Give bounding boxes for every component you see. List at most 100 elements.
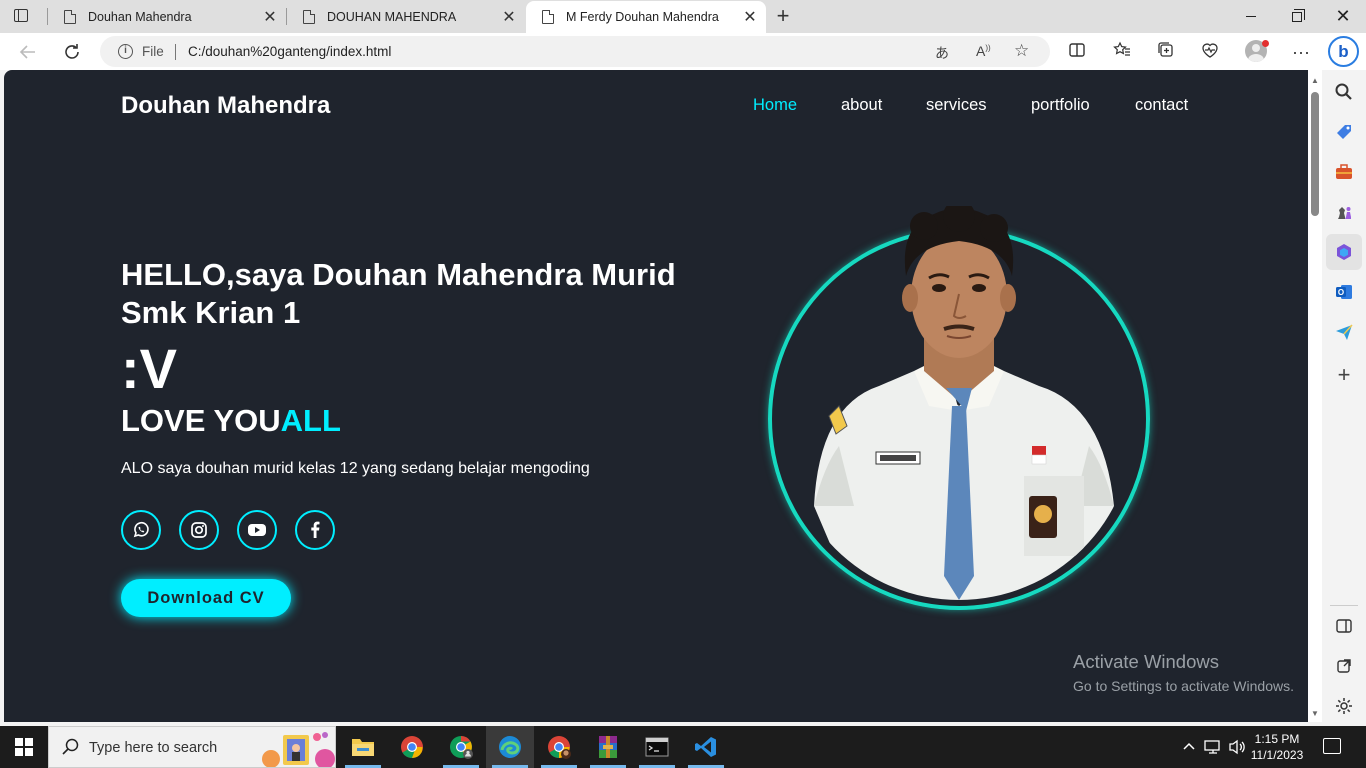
close-tab-icon[interactable]: ✕ — [499, 7, 519, 27]
reload-button[interactable] — [58, 38, 86, 66]
split-screen-icon[interactable] — [1066, 41, 1088, 63]
nav-services[interactable]: services — [926, 96, 987, 115]
favorites-icon[interactable] — [1111, 41, 1133, 63]
tab-douhan-mahendra-caps[interactable]: DOUHAN MAHENDRA ✕ — [287, 0, 525, 33]
scroll-up-icon[interactable]: ▲ — [1311, 76, 1319, 85]
scroll-down-icon[interactable]: ▼ — [1311, 709, 1319, 718]
address-divider — [175, 44, 176, 60]
address-bar[interactable]: i File C:/douhan%20ganteng/index.html あ … — [100, 36, 1050, 67]
favorite-star-icon[interactable]: ☆ — [1014, 41, 1029, 61]
outlook-icon[interactable]: O — [1334, 282, 1354, 302]
start-button[interactable] — [0, 726, 48, 768]
chrome-taskbar-icon[interactable] — [388, 726, 436, 768]
sidebar-settings-gear-icon[interactable] — [1334, 696, 1354, 716]
chrome-account-taskbar-icon[interactable] — [535, 726, 583, 768]
edge-taskbar-icon[interactable] — [486, 726, 534, 768]
show-hidden-icons[interactable] — [1182, 739, 1196, 754]
open-in-window-icon[interactable] — [1334, 656, 1354, 676]
hero-smiley: :V — [121, 337, 177, 400]
terminal-taskbar-icon[interactable] — [633, 726, 681, 768]
games-chess-icon[interactable] — [1334, 202, 1354, 222]
winrar-taskbar-icon[interactable] — [584, 726, 632, 768]
taskbar-search-box[interactable]: Type here to search — [48, 726, 336, 768]
page-icon — [64, 9, 76, 24]
back-button[interactable] — [14, 38, 42, 66]
clock-date: 11/1/2023 — [1250, 748, 1304, 762]
translate-icon[interactable]: あ — [935, 43, 949, 63]
activate-windows-watermark: Activate Windows Go to Settings to activ… — [1073, 651, 1294, 694]
whatsapp-icon — [133, 521, 149, 538]
browser-essentials-icon[interactable] — [1199, 41, 1221, 63]
profile-photo — [784, 206, 1134, 600]
hero-love-heading: LOVE YOUALL — [121, 403, 341, 439]
profile-notification-dot — [1262, 40, 1269, 47]
address-scheme: File — [142, 44, 164, 59]
close-tab-icon[interactable]: ✕ — [260, 7, 280, 27]
nav-contact[interactable]: contact — [1135, 96, 1188, 115]
system-clock[interactable]: 1:15 PM 11/1/2023 — [1248, 731, 1306, 763]
hide-sidebar-icon[interactable] — [1334, 616, 1354, 636]
add-sidebar-app-icon[interactable]: + — [1334, 364, 1354, 386]
address-url[interactable]: C:/douhan%20ganteng/index.html — [188, 44, 391, 59]
back-arrow-icon — [19, 45, 35, 59]
shopping-tag-icon[interactable] — [1334, 122, 1354, 142]
clock-time: 1:15 PM — [1254, 732, 1300, 746]
windows-logo-icon — [15, 738, 33, 756]
new-tab-button[interactable]: + — [772, 4, 794, 28]
notification-center-icon[interactable] — [1323, 738, 1341, 754]
facebook-icon — [311, 521, 320, 538]
page-icon — [542, 10, 554, 24]
tools-briefcase-icon[interactable] — [1334, 162, 1354, 182]
tab-title: Douhan Mahendra — [88, 9, 192, 24]
tab-douhan-mahendra[interactable]: Douhan Mahendra ✕ — [48, 0, 286, 33]
tab-title: M Ferdy Douhan Mahendra — [566, 10, 719, 24]
love-main-text: LOVE YOU — [121, 403, 281, 438]
tab-title: DOUHAN MAHENDRA — [327, 9, 457, 24]
youtube-icon — [248, 524, 266, 536]
download-cv-button[interactable]: Download CV — [121, 579, 291, 617]
nav-home[interactable]: Home — [753, 96, 797, 115]
tab-strip: Douhan Mahendra ✕ DOUHAN MAHENDRA ✕ M Fe… — [0, 0, 1366, 33]
vscode-taskbar-icon[interactable] — [682, 726, 730, 768]
site-info-icon[interactable]: i — [118, 44, 133, 59]
browser-toolbar: i File C:/douhan%20ganteng/index.html あ … — [0, 33, 1366, 70]
drop-send-icon[interactable] — [1334, 322, 1354, 342]
youtube-link[interactable] — [237, 510, 277, 550]
file-explorer-taskbar-icon[interactable] — [339, 726, 387, 768]
read-aloud-icon[interactable]: A)) — [976, 43, 991, 59]
page-viewport: Douhan Mahendra Home about services port… — [4, 70, 1308, 722]
site-logo[interactable]: Douhan Mahendra — [121, 92, 330, 120]
hero-description: ALO saya douhan murid kelas 12 yang seda… — [121, 460, 590, 477]
chrome-profile-taskbar-icon[interactable] — [437, 726, 485, 768]
hero-greeting: HELLO,saya Douhan Mahendra Murid Smk Kri… — [121, 257, 676, 330]
svg-text:O: O — [1338, 288, 1344, 297]
close-window-button[interactable]: ✕ — [1320, 0, 1366, 33]
page-scrollbar[interactable]: ▲ ▼ — [1308, 70, 1322, 722]
nav-about[interactable]: about — [841, 96, 882, 115]
scroll-thumb[interactable] — [1311, 92, 1319, 216]
close-tab-icon[interactable]: ✕ — [740, 7, 760, 27]
instagram-icon — [191, 522, 207, 538]
search-icon — [62, 738, 79, 755]
nav-portfolio[interactable]: portfolio — [1031, 96, 1090, 115]
activate-title: Activate Windows — [1073, 651, 1219, 672]
facebook-link[interactable] — [295, 510, 335, 550]
restore-button[interactable] — [1274, 0, 1320, 33]
network-icon[interactable] — [1204, 739, 1222, 758]
reload-icon — [65, 44, 79, 59]
volume-icon[interactable] — [1228, 739, 1246, 758]
whatsapp-link[interactable] — [121, 510, 161, 550]
search-icon[interactable] — [1334, 82, 1354, 102]
tab-actions-icon[interactable] — [12, 7, 32, 25]
more-options-icon[interactable]: ··· — [1290, 41, 1312, 63]
microsoft-365-icon[interactable] — [1334, 242, 1354, 262]
sidebar-divider — [1330, 605, 1358, 606]
collections-icon[interactable] — [1155, 41, 1177, 63]
windows-taskbar: Type here to search 1:15 PM 11/1/2023 — [0, 726, 1366, 768]
bing-copilot-button[interactable]: b — [1328, 36, 1359, 67]
edge-sidebar: O + — [1322, 70, 1366, 724]
instagram-link[interactable] — [179, 510, 219, 550]
tab-m-ferdy-douhan-mahendra[interactable]: M Ferdy Douhan Mahendra ✕ — [526, 1, 766, 33]
activate-subtitle: Go to Settings to activate Windows. — [1073, 678, 1294, 694]
minimize-button[interactable] — [1228, 0, 1274, 33]
